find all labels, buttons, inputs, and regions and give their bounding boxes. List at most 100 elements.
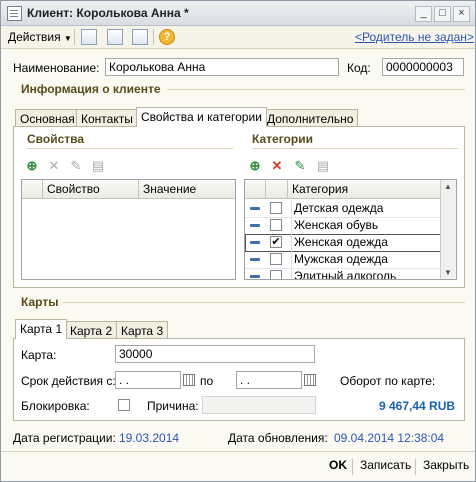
row-marker-icon bbox=[250, 207, 260, 210]
tab-card-3[interactable]: Карта 3 bbox=[116, 321, 169, 339]
update-date-label: Дата обновления: bbox=[228, 431, 328, 445]
client-info-title: Информация о клиенте bbox=[21, 82, 161, 96]
tab-additional[interactable]: Дополнительно bbox=[262, 109, 359, 127]
section-divider bbox=[27, 148, 233, 149]
refresh-icon[interactable] bbox=[107, 29, 123, 45]
calendar-icon[interactable] bbox=[183, 374, 195, 386]
save-icon[interactable]: ▤ bbox=[91, 159, 105, 173]
window-title: Клиент: Королькова Анна * bbox=[27, 6, 189, 20]
toolbar-separator bbox=[153, 29, 154, 45]
column-category[interactable]: Категория bbox=[287, 180, 442, 198]
chevron-down-icon: ▼ bbox=[63, 34, 72, 43]
toolbar: Действия ▼ ? <Родитель не задан> bbox=[1, 26, 475, 49]
category-checkbox[interactable] bbox=[270, 253, 282, 265]
actions-label: Действия bbox=[8, 30, 61, 44]
tab-contacts[interactable]: Контакты bbox=[76, 109, 138, 127]
scroll-down-icon[interactable]: ▼ bbox=[443, 268, 453, 277]
category-row[interactable]: ✔ Женская одежда bbox=[245, 234, 456, 252]
column-check bbox=[265, 180, 287, 198]
cards-title: Карты bbox=[21, 295, 59, 309]
toolbar-separator bbox=[74, 29, 75, 45]
card-label: Карта: bbox=[21, 348, 57, 362]
actions-menu-button[interactable]: Действия ▼ bbox=[8, 28, 72, 46]
save-button[interactable]: Записать bbox=[360, 458, 411, 472]
code-field[interactable]: 0000000003 bbox=[382, 58, 464, 76]
tab-card-1[interactable]: Карта 1 bbox=[15, 319, 68, 339]
section-divider bbox=[167, 89, 465, 90]
close-window-button[interactable]: × bbox=[453, 6, 470, 22]
category-label: Детская одежда bbox=[291, 200, 383, 217]
footer-separator bbox=[415, 459, 416, 475]
row-marker-icon bbox=[250, 241, 260, 244]
category-label: Мужская одежда bbox=[291, 251, 388, 268]
footer-separator bbox=[352, 459, 353, 475]
client-window: Клиент: Королькова Анна * _ □ × Действия… bbox=[0, 0, 476, 482]
reason-field[interactable] bbox=[202, 396, 316, 414]
category-checkbox[interactable]: ✔ bbox=[270, 236, 282, 248]
category-checkbox[interactable] bbox=[270, 270, 282, 279]
name-label: Наименование: bbox=[13, 61, 100, 75]
block-label: Блокировка: bbox=[21, 399, 90, 413]
add-icon[interactable]: ⊕ bbox=[248, 159, 262, 173]
tab-main[interactable]: Основная bbox=[15, 109, 80, 127]
categories-title: Категории bbox=[252, 132, 313, 146]
delete-icon[interactable]: ✕ bbox=[270, 159, 284, 173]
categories-table[interactable]: Категория Детская одежда Женская обувь ✔… bbox=[244, 179, 457, 280]
code-label: Код: bbox=[347, 61, 371, 75]
category-row[interactable]: Мужская одежда bbox=[245, 251, 456, 269]
turnover-value: 9 467,44 RUB bbox=[379, 399, 456, 413]
category-label: Элитный алкоголь bbox=[291, 268, 396, 279]
parent-link[interactable]: <Родитель не задан> bbox=[355, 28, 474, 46]
category-checkbox[interactable] bbox=[270, 202, 282, 214]
edit-icon[interactable]: ✎ bbox=[69, 159, 83, 173]
category-label: Женская обувь bbox=[291, 217, 378, 234]
form-icon bbox=[7, 6, 22, 21]
ok-button[interactable]: OK bbox=[329, 458, 347, 472]
title-bar: Клиент: Королькова Анна * _ □ × bbox=[1, 1, 475, 26]
update-date-value: 09.04.2014 12:38:04 bbox=[334, 431, 445, 445]
turnover-label: Оборот по карте: bbox=[340, 374, 436, 388]
category-checkbox[interactable] bbox=[270, 219, 282, 231]
delete-icon[interactable]: ✕ bbox=[47, 159, 61, 173]
reg-date-value: 19.03.2014 bbox=[119, 431, 180, 445]
categories-table-header: Категория bbox=[245, 180, 456, 199]
reason-label: Причина: bbox=[147, 399, 199, 413]
reg-date-label: Дата регистрации: bbox=[13, 431, 116, 445]
copy-icon[interactable] bbox=[132, 29, 148, 45]
go-to-icon[interactable] bbox=[81, 29, 97, 45]
to-label: по bbox=[200, 374, 214, 388]
row-marker-icon bbox=[250, 275, 260, 278]
category-row[interactable]: Элитный алкоголь bbox=[245, 268, 456, 279]
column-property[interactable]: Свойство bbox=[42, 180, 138, 198]
category-row[interactable]: Детская одежда bbox=[245, 200, 456, 218]
maximize-button[interactable]: □ bbox=[434, 6, 451, 22]
add-icon[interactable]: ⊕ bbox=[25, 159, 39, 173]
footer-divider bbox=[1, 451, 475, 452]
block-checkbox[interactable] bbox=[118, 399, 130, 411]
row-marker-icon bbox=[250, 258, 260, 261]
properties-title: Свойства bbox=[27, 132, 85, 146]
minimize-button[interactable]: _ bbox=[415, 6, 432, 22]
properties-table-header: Свойство Значение bbox=[22, 180, 235, 199]
save-icon[interactable]: ▤ bbox=[316, 159, 330, 173]
card-field[interactable]: 30000 bbox=[115, 345, 315, 363]
properties-table[interactable]: Свойство Значение bbox=[21, 179, 236, 280]
close-button[interactable]: Закрыть bbox=[423, 458, 469, 472]
help-icon[interactable]: ? bbox=[159, 29, 175, 45]
valid-from-label: Срок действия с: bbox=[21, 374, 116, 388]
tab-card-2[interactable]: Карта 2 bbox=[65, 321, 118, 339]
section-divider bbox=[63, 302, 465, 303]
calendar-icon[interactable] bbox=[304, 374, 316, 386]
category-row[interactable]: Женская обувь bbox=[245, 217, 456, 235]
valid-to-field[interactable]: . . bbox=[236, 371, 302, 389]
section-divider bbox=[252, 148, 458, 149]
name-field[interactable]: Королькова Анна bbox=[105, 58, 339, 76]
row-marker-icon bbox=[250, 224, 260, 227]
category-label: Женская одежда bbox=[291, 234, 388, 251]
scroll-up-icon[interactable]: ▲ bbox=[443, 182, 453, 191]
column-value[interactable]: Значение bbox=[138, 180, 235, 198]
valid-from-field[interactable]: . . bbox=[115, 371, 181, 389]
edit-icon[interactable]: ✎ bbox=[293, 159, 307, 173]
categories-scrollbar[interactable]: ▲ ▼ bbox=[440, 180, 456, 279]
tab-properties-categories[interactable]: Свойства и категории bbox=[136, 107, 267, 127]
